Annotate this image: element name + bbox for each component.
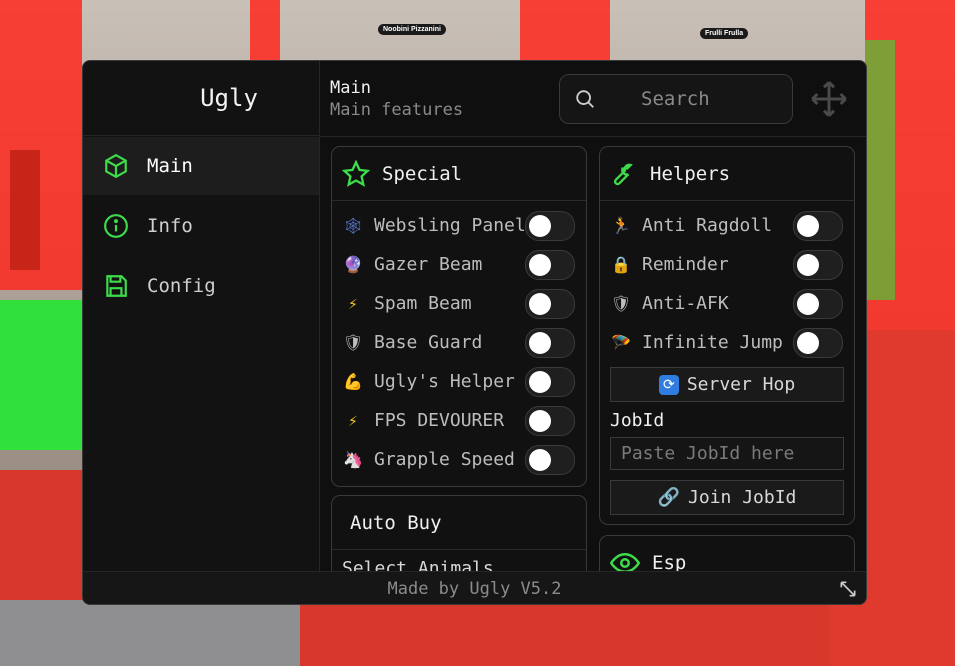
green-platform — [0, 300, 82, 450]
gazer-beam-toggle[interactable] — [525, 250, 575, 280]
anti-ragdoll-toggle[interactable] — [793, 211, 843, 241]
search-icon — [576, 90, 594, 108]
toggle-label: Gazer Beam — [374, 253, 483, 275]
toggle-label: Infinite Jump — [642, 331, 783, 353]
toggle-row: 🔒 Reminder — [600, 246, 854, 282]
special-header: Special — [332, 147, 586, 201]
websling-panel-toggle[interactable] — [525, 211, 575, 241]
wrench-icon — [614, 163, 633, 185]
autobuy-header: Auto Buy — [332, 496, 586, 550]
resize-icon[interactable] — [838, 579, 858, 599]
move-handle-icon[interactable] — [809, 79, 849, 119]
sidebar: Ugly Main Info Config — [83, 61, 320, 571]
toggle-row: 🦄 Grapple Speed — [332, 441, 586, 477]
helpers-panel: Helpers 🏃 Anti Ragdoll 🔒 Reminder 🛡 Anti… — [599, 146, 855, 525]
save-icon — [106, 275, 127, 297]
helpers-title: Helpers — [650, 162, 731, 185]
toggle-label: Anti Ragdoll — [642, 214, 773, 236]
player-nametag: Frulli Frulla — [700, 28, 749, 39]
lightning-icon: ⚡ — [348, 410, 358, 430]
helpers-header: Helpers — [600, 147, 854, 201]
header: Main Main features Search — [320, 61, 866, 137]
base-guard-toggle[interactable] — [525, 328, 575, 358]
special-panel: Special 🕸 Websling Panel 🔮 Gazer Beam ⚡ … — [331, 146, 587, 487]
jobid-input[interactable]: Paste JobId here — [610, 437, 844, 470]
sidebar-item-main[interactable]: Main — [83, 137, 319, 195]
special-title: Special — [382, 162, 463, 185]
parachute-icon: 🪂 — [611, 332, 631, 352]
toggle-label: FPS DEVOURER — [374, 409, 505, 431]
sidebar-item-label: Config — [147, 275, 216, 297]
grey-floor — [0, 600, 300, 666]
sidebar-item-config[interactable]: Config — [83, 257, 319, 315]
infinite-jump-toggle[interactable] — [793, 328, 843, 358]
footer-credit: Made by Ugly V5.2 — [387, 578, 562, 599]
toggle-row: 🛡 Anti-AFK — [600, 285, 854, 321]
toggle-row: ⚡ FPS DEVOURER — [332, 402, 586, 438]
green-wall — [865, 40, 895, 300]
jobid-label: JobId — [610, 410, 665, 431]
server-hop-label: Server Hop — [686, 374, 796, 395]
toggle-row: 🔮 Gazer Beam — [332, 246, 586, 282]
link-icon: 🔗 — [657, 487, 681, 508]
refresh-icon: ⟳ — [658, 374, 679, 395]
page-subtitle: Main features — [330, 100, 464, 120]
app-title: Ugly — [83, 61, 319, 136]
web-icon: 🕸 — [342, 215, 364, 235]
player-nametag: Noobini Pizzanini — [378, 24, 446, 35]
footer: Made by Ugly V5.2 — [83, 571, 866, 604]
toggle-row: 🕸 Websling Panel — [332, 207, 586, 243]
grapple-speed-toggle[interactable] — [525, 445, 575, 475]
page-title: Main — [330, 78, 371, 98]
server-hop-button[interactable]: ⟳ Server Hop — [610, 367, 844, 402]
red-laser-beam — [10, 150, 40, 270]
shield-icon: 🛡 — [610, 293, 632, 313]
red-laser-wall — [520, 0, 610, 60]
sidebar-item-label: Main — [147, 155, 193, 177]
arm-icon: 💪 — [343, 371, 363, 391]
red-laser-beam — [250, 0, 280, 60]
uglys-helper-toggle[interactable] — [525, 367, 575, 397]
join-jobid-button[interactable]: 🔗 Join JobId — [610, 480, 844, 515]
runner-icon: 🏃 — [611, 215, 631, 235]
spam-beam-toggle[interactable] — [525, 289, 575, 319]
toggle-label: Anti-AFK — [642, 292, 729, 314]
info-icon — [104, 214, 128, 238]
lock-icon: 🔒 — [611, 254, 631, 274]
sidebar-item-info[interactable]: Info — [83, 197, 319, 255]
autobuy-title: Auto Buy — [350, 511, 442, 534]
lightning-icon: ⚡ — [348, 293, 358, 313]
toggle-label: Websling Panel — [374, 214, 526, 236]
script-window: Ugly Main Info Config Main Main features… — [82, 60, 867, 605]
toggle-label: Spam Beam — [374, 292, 472, 314]
fps-devourer-toggle[interactable] — [525, 406, 575, 436]
eye-orb-icon: 🔮 — [343, 254, 363, 274]
toggle-label: Reminder — [642, 253, 729, 275]
star-icon — [342, 159, 370, 187]
toggle-row: ⚡ Spam Beam — [332, 285, 586, 321]
toggle-label: Base Guard — [374, 331, 483, 353]
sidebar-item-label: Info — [147, 215, 193, 237]
toggle-row: 🏃 Anti Ragdoll — [600, 207, 854, 243]
join-jobid-label: Join JobId — [688, 487, 797, 508]
reminder-toggle[interactable] — [793, 250, 843, 280]
toggle-row: 🛡 Base Guard — [332, 324, 586, 360]
toggle-row: 🪂 Infinite Jump — [600, 324, 854, 360]
cube-icon — [105, 153, 127, 179]
unicorn-icon: 🦄 — [343, 449, 363, 469]
toggle-row: 💪 Ugly's Helper — [332, 363, 586, 399]
search-placeholder: Search — [641, 88, 710, 110]
toggle-label: Ugly's Helper — [374, 370, 515, 392]
toggle-label: Grapple Speed — [374, 448, 515, 470]
shield-icon: 🛡 — [342, 332, 364, 352]
anti-afk-toggle[interactable] — [793, 289, 843, 319]
search-input[interactable]: Search — [559, 74, 793, 124]
